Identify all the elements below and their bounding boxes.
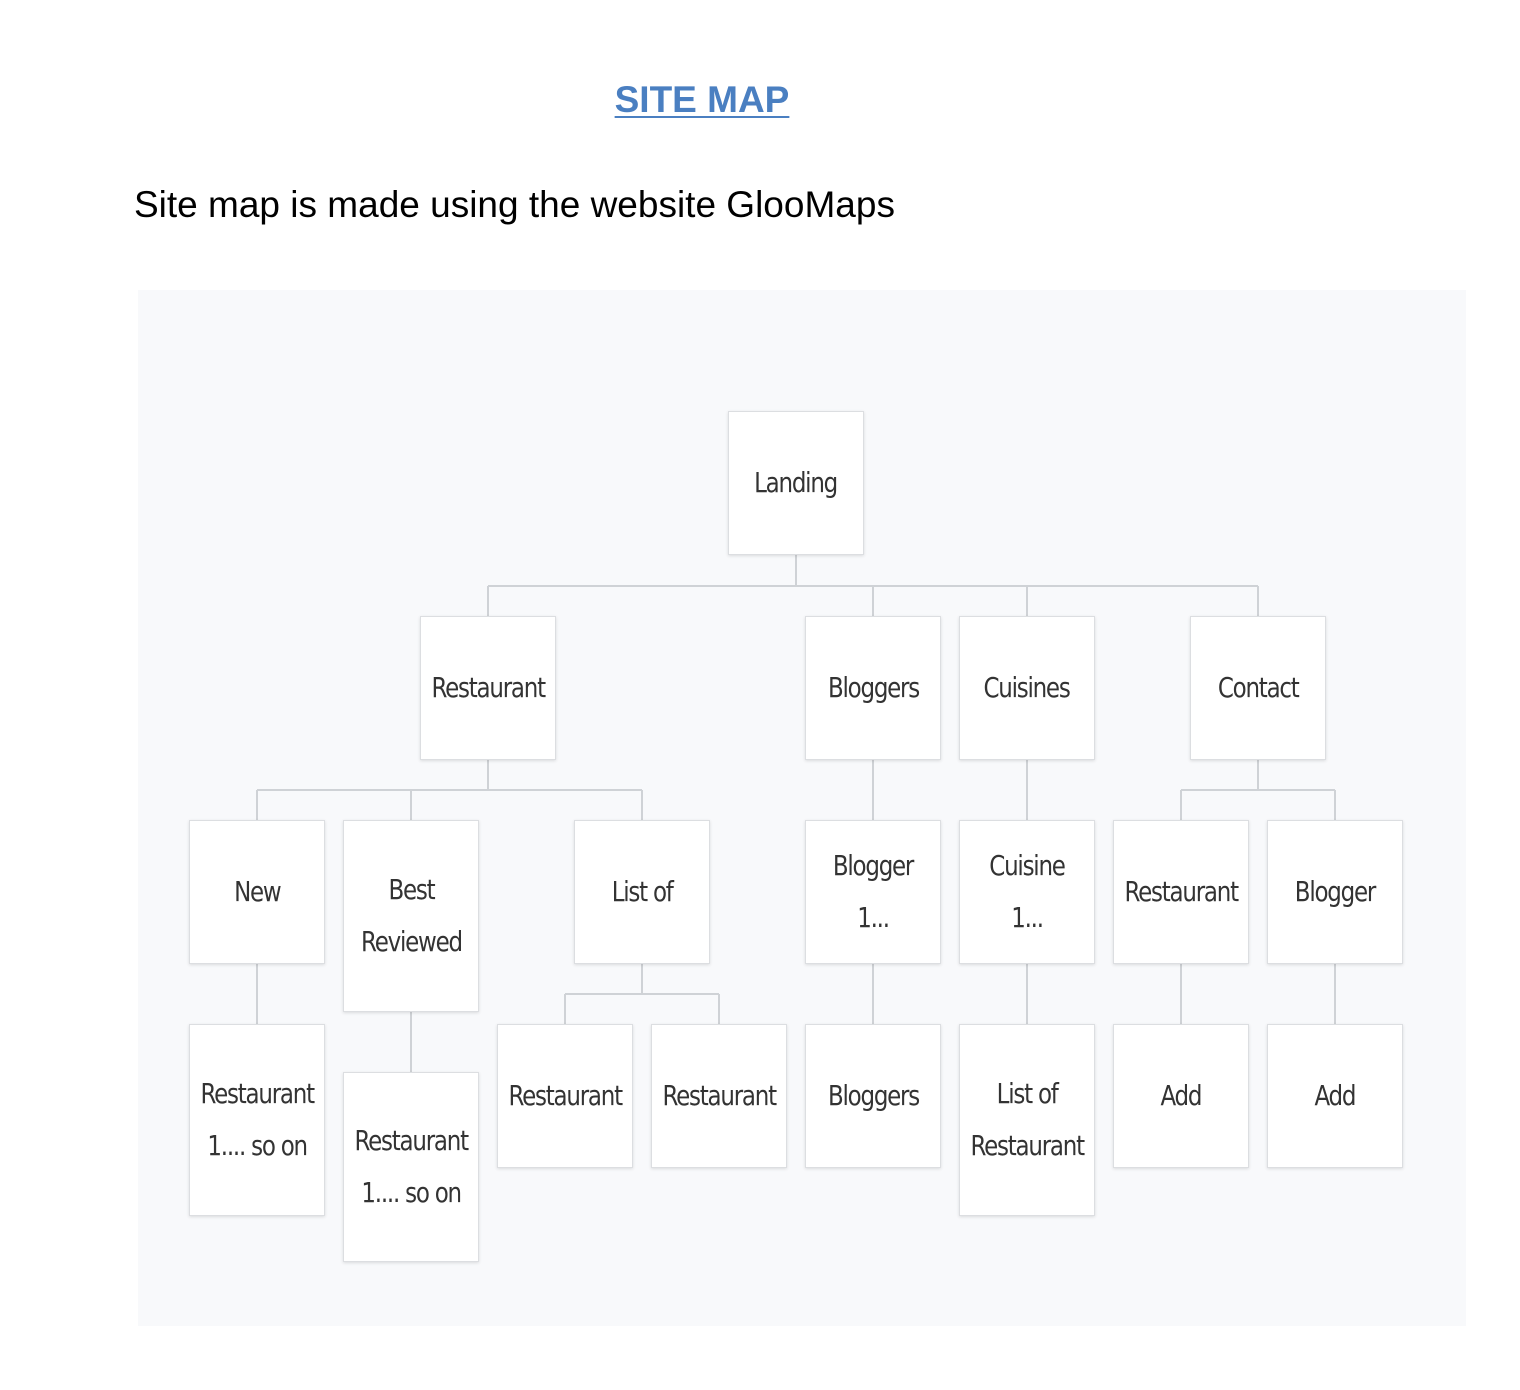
node-label: Restaurant xyxy=(508,1079,623,1112)
node-label: Restaurant xyxy=(431,671,546,704)
node-restaurant[interactable]: Restaurant xyxy=(420,616,556,760)
node-label: Add xyxy=(1314,1079,1357,1112)
sitemap-canvas: Landing Restaurant Bloggers Cuisines Con… xyxy=(138,290,1466,1326)
node-list-restaurant-b[interactable]: Restaurant xyxy=(651,1024,787,1168)
node-restaurant-add[interactable]: Add xyxy=(1113,1024,1249,1168)
node-list-of[interactable]: List of xyxy=(574,820,710,964)
node-cuisine-1[interactable]: Cuisine 1... xyxy=(959,820,1095,964)
node-label: Restaurant xyxy=(662,1079,777,1112)
page-title[interactable]: SITE MAP xyxy=(0,76,1404,124)
node-label: Bloggers xyxy=(827,1079,919,1112)
page-subtitle: Site map is made using the website GlooM… xyxy=(134,184,895,225)
node-label: Restaurant xyxy=(1124,875,1239,908)
node-cuisine-list[interactable]: List of Restaurant xyxy=(959,1024,1095,1216)
node-label: New xyxy=(233,875,282,908)
node-label: Contact xyxy=(1217,671,1300,704)
node-cuisines[interactable]: Cuisines xyxy=(959,616,1095,760)
node-label: Restaurant 1.... so on xyxy=(200,1077,315,1162)
node-contact[interactable]: Contact xyxy=(1190,616,1326,760)
node-label: Best Reviewed xyxy=(360,873,463,958)
node-label: Add xyxy=(1160,1079,1203,1112)
node-label: Restaurant 1.... so on xyxy=(354,1124,469,1209)
node-landing[interactable]: Landing xyxy=(728,411,864,555)
node-new-restaurant[interactable]: Restaurant 1.... so on xyxy=(189,1024,325,1216)
node-label: List of xyxy=(611,875,674,908)
node-label: List of Restaurant xyxy=(970,1077,1085,1162)
node-bloggers[interactable]: Bloggers xyxy=(805,616,941,760)
node-label: Cuisines xyxy=(983,671,1071,704)
node-blogger-add[interactable]: Add xyxy=(1267,1024,1403,1168)
node-label: Landing xyxy=(754,466,839,499)
node-best-restaurant[interactable]: Restaurant 1.... so on xyxy=(343,1072,479,1262)
node-blogger-1[interactable]: Blogger 1... xyxy=(805,820,941,964)
node-label: Blogger xyxy=(1294,875,1377,908)
node-new[interactable]: New xyxy=(189,820,325,964)
node-blogger-bloggers[interactable]: Bloggers xyxy=(805,1024,941,1168)
node-label: Cuisine 1... xyxy=(989,849,1066,934)
node-list-restaurant-a[interactable]: Restaurant xyxy=(497,1024,633,1168)
node-contact-blogger[interactable]: Blogger xyxy=(1267,820,1403,964)
node-label: Blogger 1... xyxy=(832,849,915,934)
node-label: Bloggers xyxy=(827,671,919,704)
node-contact-restaurant[interactable]: Restaurant xyxy=(1113,820,1249,964)
node-best-reviewed[interactable]: Best Reviewed xyxy=(343,820,479,1012)
